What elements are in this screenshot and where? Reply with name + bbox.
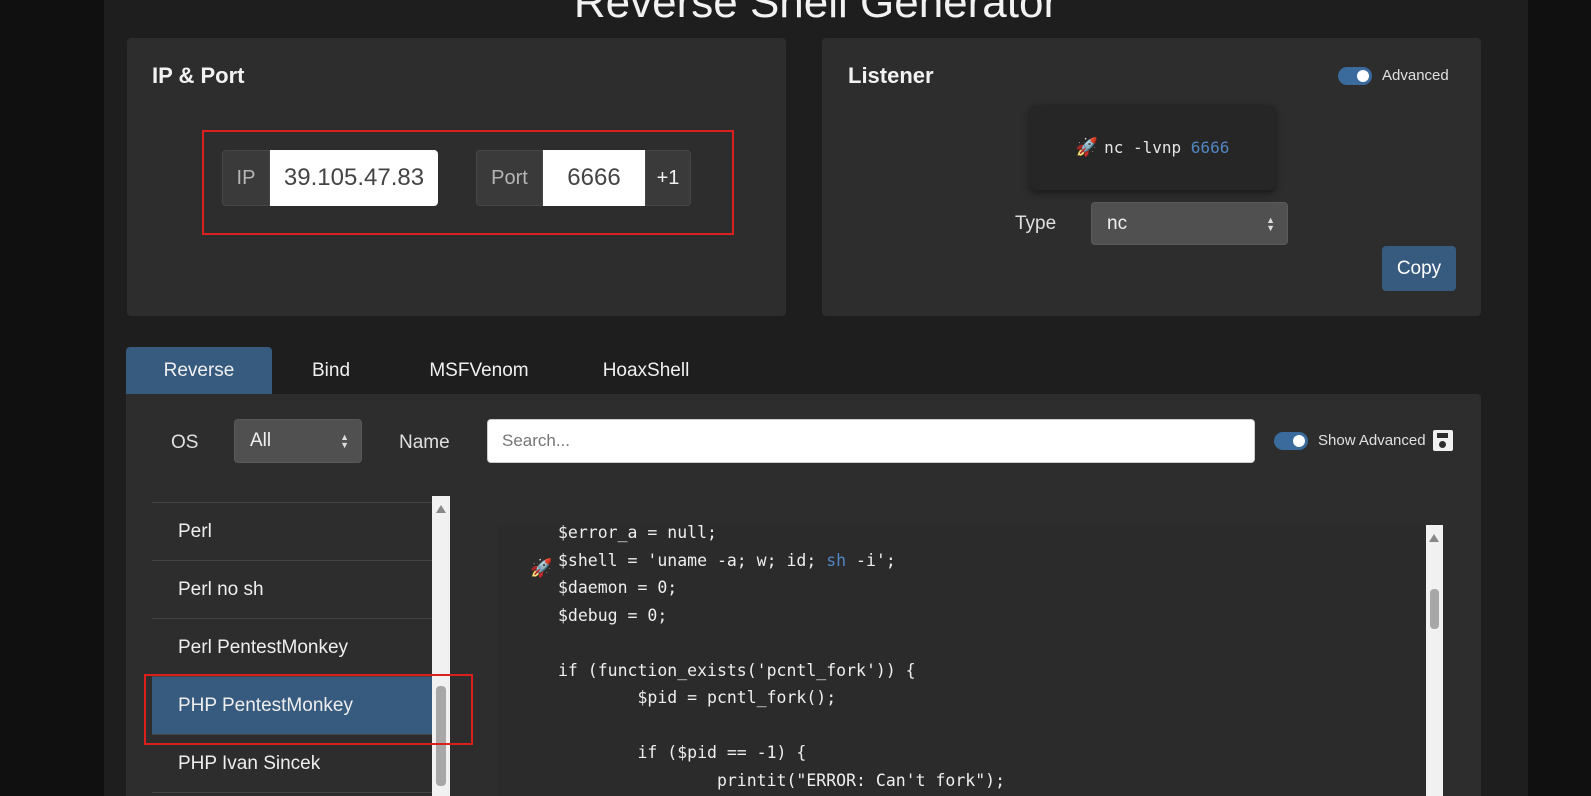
show-advanced-toggle[interactable] <box>1274 432 1308 450</box>
listener-title: Listener <box>848 63 934 88</box>
code-line: -i'; <box>846 550 896 570</box>
code-line: if ($pid == -1) { <box>558 743 807 762</box>
code-scroll-thumb[interactable] <box>1430 589 1439 629</box>
code-line: $daemon = 0; <box>558 578 678 597</box>
type-select[interactable]: nc ▲ ▼ <box>1091 202 1288 245</box>
code-keyword: sh <box>826 550 847 570</box>
page: Reverse Shell Generator IP & Port IP 39.… <box>104 0 1528 796</box>
code-block: $error_a = null; $shell = 'uname -a; w; … <box>558 525 1005 794</box>
rocket-icon: 🚀 <box>1075 137 1099 158</box>
highlight-box-selected-shell <box>144 674 473 745</box>
list-item[interactable]: Perl <box>152 503 432 561</box>
listener-card: Listener Advanced 🚀 nc -lvnp 6666 Type n… <box>822 38 1481 316</box>
tab-bind[interactable]: Bind <box>292 347 370 395</box>
tab-hoaxshell[interactable]: HoaxShell <box>584 347 708 395</box>
ip-port-title: IP & Port <box>152 63 245 88</box>
list-item[interactable]: Perl PentestMonkey <box>152 619 432 677</box>
listener-command: 🚀 nc -lvnp 6666 <box>1030 105 1275 190</box>
code-line: if (function_exists('pcntl_fork')) { <box>558 660 916 680</box>
code-line: $error_a = null; <box>558 525 717 542</box>
code-output[interactable]: 🚀 $error_a = null; $shell = 'uname -a; w… <box>498 525 1428 796</box>
list-scrollbar[interactable] <box>432 496 450 796</box>
tab-msfvenom[interactable]: MSFVenom <box>409 347 549 395</box>
show-advanced-label: Show Advanced <box>1318 432 1426 449</box>
code-line: $pid = pcntl_fork(); <box>558 688 837 707</box>
scroll-up-icon[interactable] <box>1429 534 1439 542</box>
scroll-up-icon[interactable] <box>436 505 446 513</box>
save-icon[interactable] <box>1433 430 1453 451</box>
type-select-value: nc <box>1107 212 1128 234</box>
advanced-toggle[interactable] <box>1338 67 1372 85</box>
search-input[interactable] <box>487 419 1255 463</box>
code-scrollbar[interactable] <box>1426 525 1443 796</box>
os-select-value: All <box>250 430 272 451</box>
code-line: $shell = 'uname -a; w; id; <box>558 550 827 570</box>
page-title: Reverse Shell Generator <box>573 0 1059 27</box>
copy-listener-button[interactable]: Copy <box>1382 246 1456 291</box>
rocket-icon[interactable]: 🚀 <box>530 558 552 579</box>
os-label: OS <box>171 432 199 453</box>
advanced-label: Advanced <box>1382 67 1449 84</box>
select-arrows-icon: ▲ ▼ <box>340 432 349 450</box>
listener-command-port: 6666 <box>1190 138 1230 157</box>
highlight-box-ip-port <box>202 130 734 235</box>
type-label: Type <box>1015 213 1057 234</box>
name-label: Name <box>399 432 450 453</box>
code-line: printit("ERROR: Can't fork"); <box>558 770 1006 790</box>
list-item[interactable]: Perl no sh <box>152 561 432 619</box>
listener-command-text: nc -lvnp <box>1104 138 1191 157</box>
tab-reverse[interactable]: Reverse <box>126 347 272 395</box>
code-line: $debug = 0; <box>558 605 668 625</box>
shell-list: Perl Perl no sh Perl PentestMonkey PHP P… <box>152 497 432 796</box>
select-arrows-icon: ▲ ▼ <box>1266 214 1275 233</box>
os-select[interactable]: All ▲ ▼ <box>234 419 362 463</box>
